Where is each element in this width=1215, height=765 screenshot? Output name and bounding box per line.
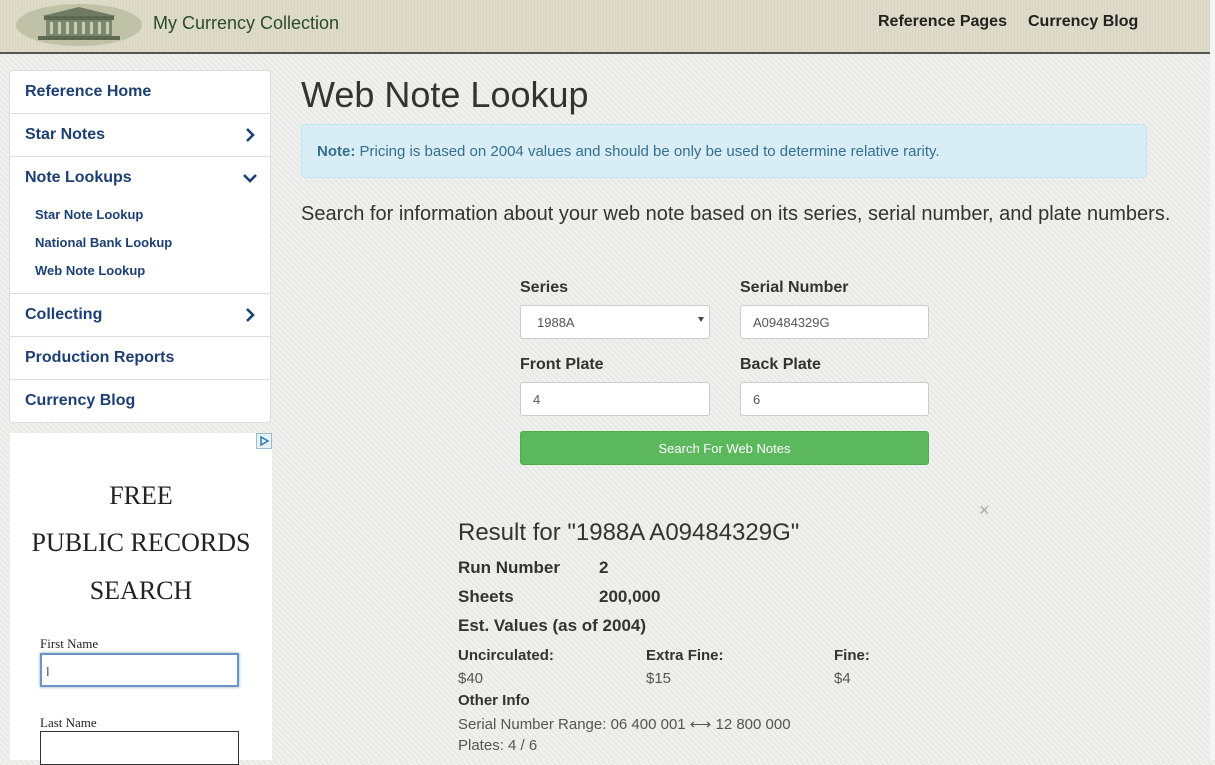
sidebar-item-label: Note Lookups [25, 169, 132, 186]
chevron-down-icon [243, 174, 257, 183]
sidebar-item-star-notes[interactable]: Star Notes [10, 114, 270, 157]
submenu-item-label: National Bank Lookup [35, 235, 173, 250]
alert-message: Note: Pricing is based on 2004 values an… [317, 143, 940, 160]
sidebar-item-reference-home[interactable]: Reference Home [10, 71, 270, 114]
page-title: Web Note Lookup [301, 74, 589, 115]
site-brand[interactable]: My Currency Collection [153, 13, 339, 34]
grade-value-uncirculated: $40 [458, 670, 484, 687]
result-title: Result for "1988A A09484329G" [458, 519, 800, 546]
alert-body: Pricing is based on 2004 values and shou… [359, 143, 940, 160]
dropdown-arrow-icon [698, 317, 704, 322]
search-web-notes-button[interactable]: Search For Web Notes [520, 431, 929, 465]
button-label: Search For Web Notes [658, 441, 791, 456]
grade-label-extra-fine: Extra Fine: [646, 647, 724, 664]
ad-choices-icon[interactable] [256, 433, 272, 449]
submenu-item-star-note-lookup[interactable]: Star Note Lookup [10, 203, 270, 231]
top-navbar: My Currency Collection Reference Pages C… [0, 0, 1215, 54]
chevron-right-icon [246, 308, 255, 322]
back-plate-input[interactable]: 6 [740, 382, 929, 416]
front-plate-label: Front Plate [520, 356, 604, 373]
sidebar-item-label: Star Notes [25, 126, 106, 143]
submenu-item-web-note-lookup[interactable]: Web Note Lookup [10, 259, 270, 287]
serial-range-text: Serial Number Range: 06 400 001 ⟷ 12 800… [458, 716, 791, 733]
ad-title-line: PUBLIC RECORDS [31, 528, 251, 557]
grade-label-uncirculated: Uncirculated: [458, 647, 554, 664]
info-alert: Note: Pricing is based on 2004 values an… [301, 124, 1147, 178]
sidebar-item-label: Collecting [25, 306, 103, 323]
front-plate-input[interactable]: 4 [520, 382, 710, 416]
intro-text: Search for information about your web no… [301, 203, 1171, 225]
sheets-label: Sheets [458, 587, 514, 606]
advertisement: FREE PUBLIC RECORDS SEARCH First Name I … [10, 433, 272, 765]
sheets-value: 200,000 [599, 587, 661, 606]
text-caret: I [46, 664, 50, 679]
grade-value-fine: $4 [834, 670, 851, 687]
sidebar-item-collecting[interactable]: Collecting [10, 294, 270, 337]
page-scrollbar[interactable] [1210, 0, 1215, 760]
close-icon[interactable]: × [979, 500, 990, 521]
ad-last-name-label: Last Name [40, 715, 97, 730]
series-selected-value: 1988A [537, 315, 575, 330]
nav-link-currency-blog[interactable]: Currency Blog [1028, 13, 1138, 31]
sidebar-item-production-reports[interactable]: Production Reports [10, 337, 270, 380]
submenu-item-label: Web Note Lookup [35, 263, 146, 278]
ad-first-name-label: First Name [40, 636, 99, 651]
back-plate-label: Back Plate [740, 356, 821, 373]
serial-number-label: Serial Number [740, 279, 849, 296]
est-values-heading: Est. Values (as of 2004) [458, 616, 647, 635]
serial-number-input[interactable]: A09484329G [740, 305, 929, 339]
sidebar-item-label: Production Reports [25, 349, 175, 366]
chevron-right-icon [246, 128, 255, 142]
ad-title-line: FREE [109, 481, 173, 510]
run-number-value: 2 [599, 558, 609, 577]
sidebar-item-currency-blog[interactable]: Currency Blog [10, 380, 270, 422]
ad-first-name-input[interactable]: I [40, 653, 239, 687]
sidebar-item-note-lookups[interactable]: Note Lookups [10, 157, 270, 199]
nav-link-reference-pages[interactable]: Reference Pages [878, 13, 1007, 31]
plates-text: Plates: 4 / 6 [458, 737, 538, 754]
sidebar-item-label: Currency Blog [25, 392, 136, 409]
alert-label: Note: [317, 143, 356, 160]
back-plate-value: 6 [753, 392, 761, 407]
series-select[interactable]: 1988A [520, 305, 710, 339]
run-number-label: Run Number [458, 558, 560, 577]
sidebar-menu: Reference Home Star Notes Note Lookups S… [9, 70, 271, 423]
submenu-item-national-bank-lookup[interactable]: National Bank Lookup [10, 231, 270, 259]
note-lookups-submenu: Star Note Lookup National Bank Lookup We… [10, 199, 270, 294]
other-info-heading: Other Info [458, 692, 530, 709]
treasury-building-logo[interactable] [14, 2, 144, 48]
grade-label-fine: Fine: [834, 647, 870, 664]
ad-title-line: SEARCH [89, 576, 193, 605]
grade-value-extra-fine: $15 [646, 670, 672, 687]
front-plate-value: 4 [533, 392, 541, 407]
submenu-item-label: Star Note Lookup [35, 207, 144, 222]
serial-number-value: A09484329G [753, 315, 830, 330]
sidebar-item-label: Reference Home [25, 83, 152, 100]
series-label: Series [520, 279, 569, 296]
